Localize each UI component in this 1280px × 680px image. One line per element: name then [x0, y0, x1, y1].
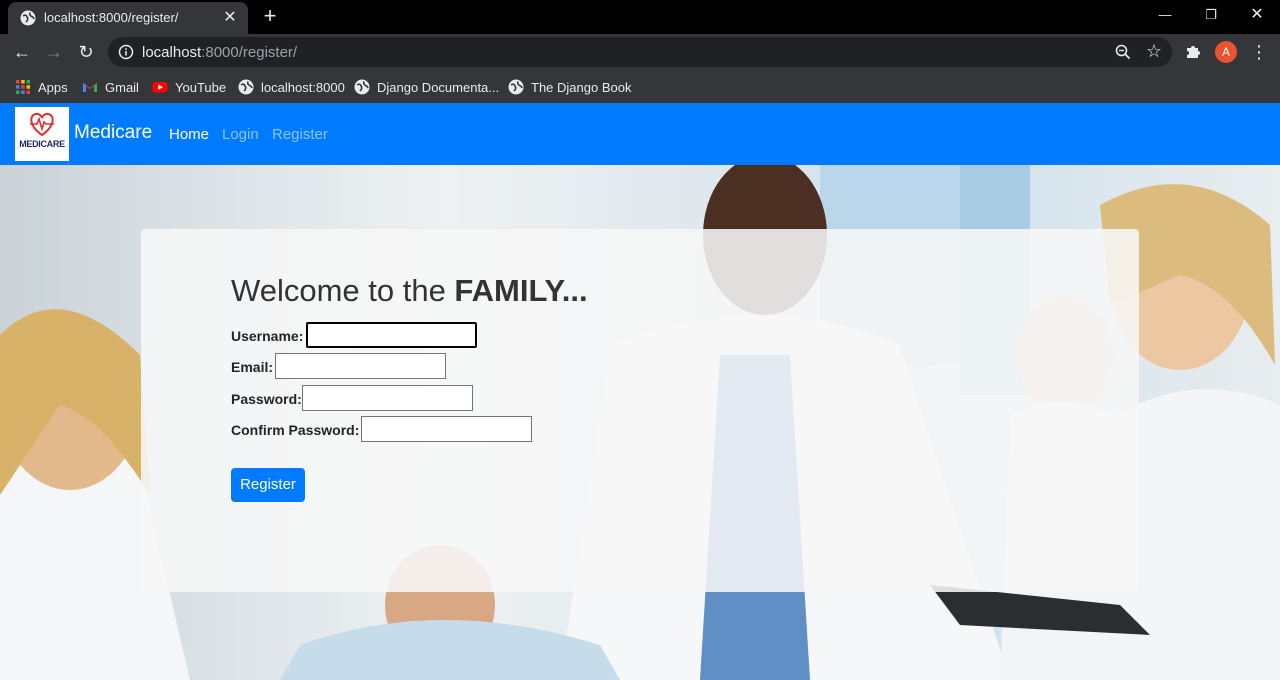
register-panel: Welcome to the FAMILY... Username: Email… [141, 229, 1139, 592]
bookmark-label: Apps [38, 79, 68, 95]
bookmark-label: YouTube [175, 79, 227, 95]
brand-name[interactable]: Medicare [74, 122, 152, 144]
bookmark-youtube[interactable]: YouTube [152, 76, 226, 98]
bookmark-django-docs[interactable]: Django Documenta... [354, 76, 499, 98]
medicare-logo[interactable]: MEDICARE [15, 107, 69, 161]
bookmark-django-book[interactable]: The Django Book [508, 76, 631, 98]
reload-icon[interactable]: ↻ [72, 38, 100, 66]
menu-kebab-icon[interactable]: ⋮ [1250, 38, 1268, 66]
bookmark-gmail[interactable]: Gmail [82, 76, 139, 98]
site-info-icon[interactable] [118, 44, 134, 60]
bookmark-star-icon[interactable]: ☆ [1146, 41, 1162, 61]
welcome-heading: Welcome to the FAMILY... [231, 273, 588, 309]
heart-pulse-icon [30, 112, 54, 137]
browser-tab[interactable]: localhost:8000/register/ ✕ [8, 2, 248, 34]
bookmark-apps[interactable]: Apps [15, 76, 68, 98]
heading-prefix: Welcome to the [231, 273, 455, 308]
username-input[interactable] [306, 322, 477, 348]
browser-toolbar: ← → ↻ localhost:8000/register/ ☆ A ⋮ [0, 34, 1280, 70]
youtube-icon [152, 82, 168, 93]
email-label: Email: [231, 359, 274, 375]
zoom-icon[interactable] [1114, 43, 1132, 61]
url-text: localhost:8000/register/ [142, 44, 297, 61]
confirm-password-label: Confirm Password: [231, 422, 360, 438]
password-input[interactable] [302, 385, 473, 411]
back-icon[interactable]: ← [8, 38, 36, 66]
hero-background-photo: Welcome to the FAMILY... Username: Email… [0, 165, 1280, 680]
restore-icon[interactable]: ❐ [1188, 0, 1234, 30]
site-navbar: MEDICARE Medicare Home Login Register [0, 103, 1280, 165]
bookmark-localhost[interactable]: localhost:8000 [238, 76, 345, 98]
close-tab-icon[interactable]: ✕ [220, 8, 240, 28]
profile-avatar[interactable]: A [1215, 41, 1237, 63]
url-path: :8000/register/ [201, 44, 298, 61]
nav-login-link[interactable]: Login [222, 126, 259, 143]
nav-home-link[interactable]: Home [169, 126, 209, 143]
globe-icon [20, 10, 36, 26]
logo-text: MEDICARE [19, 139, 65, 149]
tab-strip: localhost:8000/register/ ✕ + — ❐ ✕ [0, 0, 1280, 34]
email-input[interactable] [275, 353, 446, 379]
heading-emphasis: FAMILY... [454, 273, 588, 308]
bookmarks-bar: Apps Gmail YouTube localhost:8000 Django… [0, 70, 1280, 103]
bookmark-label: localhost:8000 [261, 79, 345, 95]
confirm-password-input[interactable] [361, 416, 532, 442]
username-label: Username: [231, 328, 304, 344]
apps-grid-icon [16, 80, 30, 94]
bookmark-label: Gmail [105, 79, 139, 95]
web-page: MEDICARE Medicare Home Login Register We… [0, 103, 1280, 680]
forward-icon[interactable]: → [40, 38, 68, 66]
close-window-icon[interactable]: ✕ [1234, 0, 1280, 30]
tab-title: localhost:8000/register/ [44, 10, 179, 25]
globe-icon [354, 79, 370, 95]
new-tab-icon[interactable]: + [258, 5, 282, 29]
nav-register-link[interactable]: Register [272, 126, 328, 143]
globe-icon [238, 79, 254, 95]
bookmark-label: Django Documenta... [377, 79, 500, 95]
register-button[interactable]: Register [231, 468, 305, 502]
globe-icon [508, 79, 524, 95]
extensions-puzzle-icon[interactable] [1184, 42, 1202, 60]
address-bar[interactable]: localhost:8000/register/ ☆ [108, 37, 1172, 67]
gmail-icon [83, 83, 97, 92]
minimize-icon[interactable]: — [1142, 0, 1188, 30]
url-host: localhost [142, 44, 202, 61]
password-label: Password: [231, 391, 302, 407]
bookmark-label: The Django Book [531, 79, 632, 95]
